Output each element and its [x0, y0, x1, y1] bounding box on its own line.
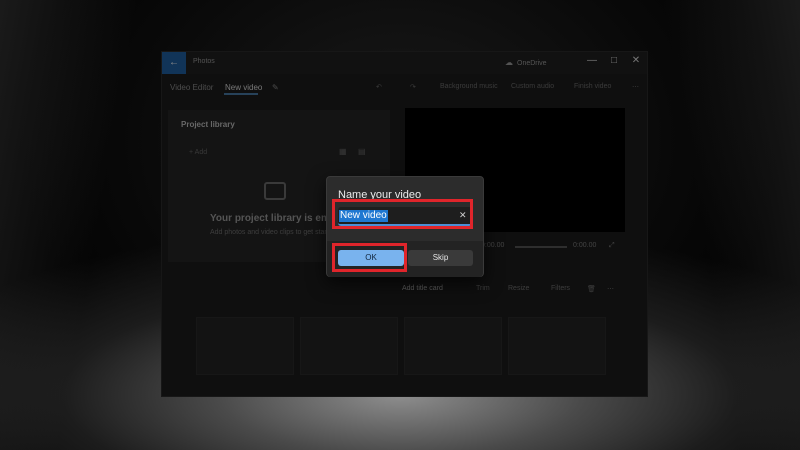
skip-button[interactable]: Skip — [408, 250, 473, 266]
input-highlight-box — [332, 199, 473, 229]
ok-highlight-box — [332, 243, 407, 272]
stage-light-right — [650, 0, 800, 450]
stage-light-left — [0, 0, 150, 450]
